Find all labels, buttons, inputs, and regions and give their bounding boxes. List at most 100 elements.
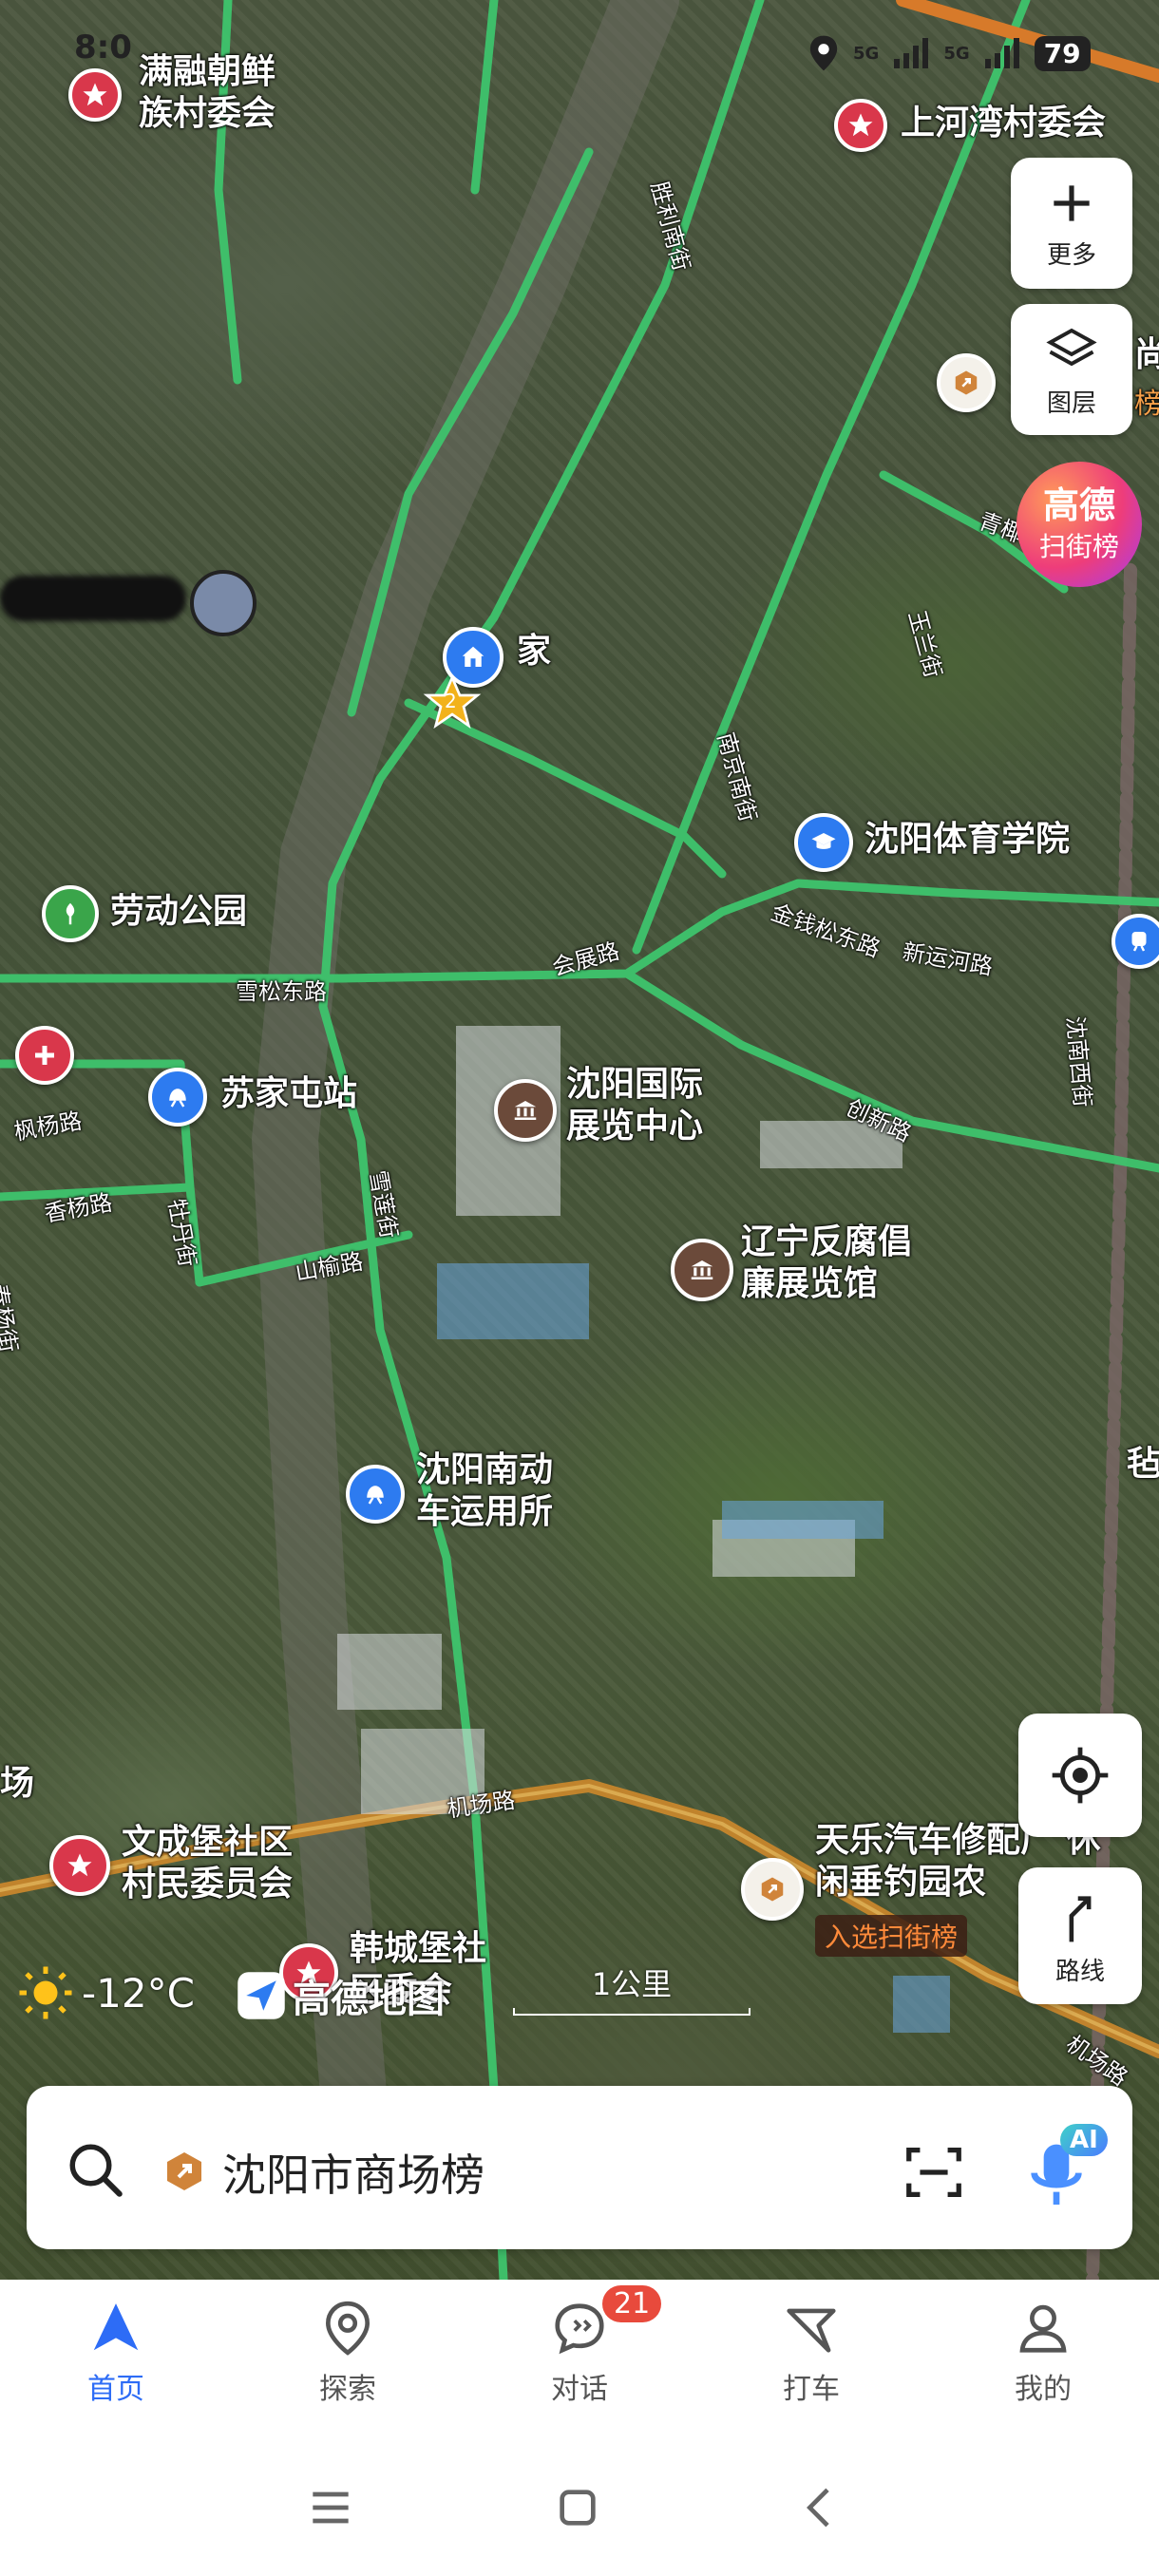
poi-label-home[interactable]: 家 bbox=[517, 631, 551, 672]
user-icon bbox=[1019, 2304, 1067, 2353]
sun-icon bbox=[19, 1966, 72, 2019]
logo-text: 高德地图 bbox=[293, 1978, 445, 2021]
more-button[interactable]: 更多 bbox=[1011, 158, 1132, 289]
shop-pin[interactable] bbox=[741, 1858, 804, 1921]
search-input[interactable]: 沈阳市商场榜 bbox=[222, 2141, 484, 2204]
station-pin[interactable] bbox=[346, 1465, 405, 1524]
poi-label-south-depot[interactable]: 沈阳南动 车运用所 bbox=[416, 1449, 553, 1533]
graduation-cap-icon bbox=[811, 833, 836, 849]
tab-taxi-label: 打车 bbox=[783, 2373, 840, 2406]
ranking-tag[interactable]: 入选扫街榜 bbox=[815, 1915, 968, 1957]
scan-icon[interactable] bbox=[901, 2139, 967, 2206]
temperature: -12°C bbox=[82, 1969, 195, 2017]
plus-cross-icon bbox=[35, 1046, 54, 1065]
navigation-arrow-icon bbox=[93, 2303, 139, 2351]
train-icon bbox=[169, 1089, 186, 1108]
locate-button[interactable] bbox=[1018, 1714, 1142, 1837]
avatar[interactable] bbox=[190, 570, 256, 636]
school-pin[interactable] bbox=[794, 813, 853, 872]
more-label: 更多 bbox=[1046, 240, 1096, 270]
edge-label: 毡 bbox=[1127, 1445, 1159, 1484]
layers-icon bbox=[1046, 328, 1097, 366]
route-button[interactable]: 路线 bbox=[1018, 1867, 1142, 2004]
poi-label-sports-univ[interactable]: 沈阳体育学院 bbox=[864, 819, 1070, 861]
tab-home[interactable]: 首页 bbox=[40, 2299, 192, 2407]
search-bar[interactable]: 沈阳市商场榜 AI bbox=[27, 2086, 1132, 2249]
crosshair-icon bbox=[1052, 1747, 1109, 1804]
museum-pin[interactable] bbox=[494, 1079, 557, 1142]
tab-profile-label: 我的 bbox=[1015, 2373, 1072, 2406]
chat-badge: 21 bbox=[602, 2285, 662, 2322]
home-nav-icon[interactable] bbox=[551, 2481, 604, 2534]
scale-text: 1公里 bbox=[591, 1966, 673, 2002]
poi-label-sujiatun[interactable]: 苏家屯站 bbox=[220, 1073, 357, 1115]
back-nav-icon[interactable] bbox=[794, 2481, 847, 2534]
tab-explore-label: 探索 bbox=[319, 2373, 376, 2406]
signal-1-label: 5G bbox=[853, 43, 880, 64]
battery-indicator: 79 bbox=[1034, 35, 1091, 71]
park-pin[interactable] bbox=[42, 885, 99, 942]
shop-pin[interactable] bbox=[937, 353, 996, 412]
hexagon-arrow-icon bbox=[955, 370, 978, 395]
map-scale: 1公里 bbox=[513, 1960, 750, 2016]
poi-label-manrong[interactable]: 满融朝鲜 族村委会 bbox=[139, 51, 276, 135]
star-icon bbox=[67, 1853, 92, 1877]
poi-label-labor-park[interactable]: 劳动公园 bbox=[110, 891, 247, 933]
tab-explore[interactable]: 探索 bbox=[272, 2299, 424, 2407]
village-committee-pin[interactable] bbox=[68, 68, 122, 122]
village-committee-pin[interactable] bbox=[834, 99, 887, 152]
poi-label-wenchengbao[interactable]: 文成堡社区 村民委员会 bbox=[122, 1822, 293, 1905]
status-time: 8:0 bbox=[74, 28, 132, 66]
scale-bar bbox=[513, 2008, 750, 2016]
poi-label-anticorruption[interactable]: 辽宁反腐倡 廉展览馆 bbox=[741, 1222, 912, 1305]
signal-2-label: 5G bbox=[943, 43, 970, 64]
route-arrow-icon bbox=[1069, 1895, 1092, 1941]
weather-widget[interactable]: -12°C bbox=[17, 1964, 195, 2021]
building-columns-icon bbox=[691, 1260, 713, 1279]
edge-label: 场 bbox=[0, 1764, 35, 1803]
station-pin[interactable] bbox=[148, 1068, 207, 1127]
edge-label: 榜 bbox=[1134, 388, 1159, 421]
tab-taxi[interactable]: 打车 bbox=[735, 2299, 887, 2407]
plus-icon bbox=[1054, 184, 1090, 221]
museum-pin[interactable] bbox=[671, 1239, 733, 1301]
map-pin-icon bbox=[326, 2301, 370, 2356]
search-icon bbox=[69, 2144, 123, 2197]
map-view[interactable]: 8:0 5G 5G 79 满融朝鲜 族村委会 上河湾村委会 尚 榜 家 2 沈阳… bbox=[0, 0, 1159, 2280]
train-icon bbox=[1131, 932, 1147, 952]
poi-label-expo[interactable]: 沈阳国际 展览中心 bbox=[566, 1064, 703, 1147]
ranking-badge-line1: 高德 bbox=[1042, 484, 1115, 526]
village-committee-pin[interactable] bbox=[49, 1835, 110, 1896]
transit-pin[interactable] bbox=[1112, 914, 1159, 969]
poi-label-shanghewan[interactable]: 上河湾村委会 bbox=[901, 103, 1106, 144]
signal-icon bbox=[894, 38, 929, 68]
star-icon bbox=[848, 113, 873, 137]
star-icon bbox=[83, 83, 107, 106]
taxi-flag-icon bbox=[787, 2308, 836, 2353]
ai-voice-button[interactable]: AI bbox=[1018, 2124, 1113, 2219]
building-columns-icon bbox=[514, 1101, 537, 1120]
tab-profile[interactable]: 我的 bbox=[967, 2299, 1119, 2407]
logo-arrow-icon bbox=[238, 1972, 285, 2019]
tree-icon bbox=[66, 902, 75, 925]
favorite-count: 2 bbox=[445, 690, 457, 712]
menu-nav-icon[interactable] bbox=[304, 2481, 357, 2534]
app-logo: 高德地图 bbox=[236, 1968, 445, 2023]
tab-chat-label: 对话 bbox=[551, 2373, 608, 2406]
status-indicators: 5G 5G 79 bbox=[808, 34, 1091, 72]
edge-label: 尚 bbox=[1134, 335, 1159, 374]
ranking-badge-line2: 扫街榜 bbox=[1038, 531, 1119, 562]
signal-icon bbox=[984, 38, 1019, 68]
hexagon-arrow-icon bbox=[761, 1877, 784, 1902]
ranking-hexagon-icon bbox=[167, 2152, 201, 2190]
route-label: 路线 bbox=[1054, 1957, 1105, 1986]
tab-home-label: 首页 bbox=[87, 2373, 144, 2406]
tab-chat[interactable]: 对话 21 bbox=[504, 2285, 662, 2407]
layers-label: 图层 bbox=[1046, 388, 1096, 418]
home-icon bbox=[462, 646, 484, 667]
street-ranking-badge[interactable]: 高德 扫街榜 bbox=[1016, 462, 1142, 587]
hospital-pin[interactable] bbox=[15, 1026, 74, 1085]
layers-button[interactable]: 图层 bbox=[1011, 304, 1132, 435]
chat-bubble-icon bbox=[555, 2303, 604, 2355]
location-icon bbox=[809, 35, 838, 71]
